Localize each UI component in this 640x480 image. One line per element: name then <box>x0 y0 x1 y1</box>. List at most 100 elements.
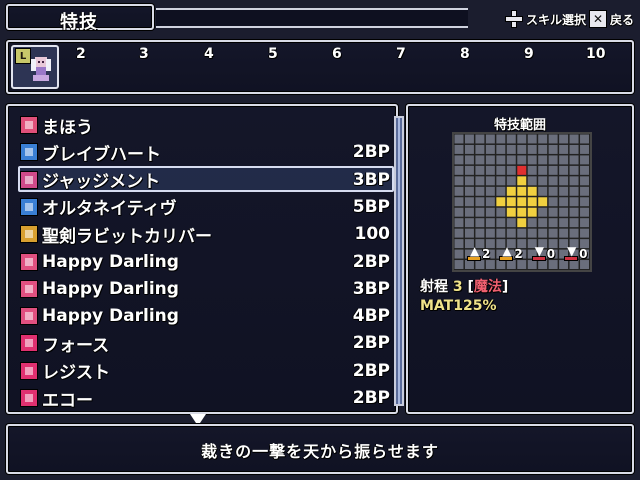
skill-row[interactable]: Happy Darling 4BP <box>20 303 390 329</box>
scrollbar[interactable] <box>394 116 404 406</box>
skill-name: Happy Darling <box>42 306 179 327</box>
vo-icon <box>20 334 38 353</box>
party-slot-6[interactable]: 6 <box>332 46 342 62</box>
party-bar: L 2 3 4 5 6 7 8 9 10 <box>6 40 634 94</box>
skill-name: ジャッジメント <box>42 172 161 193</box>
skill-row[interactable]: Happy Darling 2BP <box>20 249 390 275</box>
range-cell <box>475 144 485 154</box>
mat-modifier: MAT125% <box>420 298 497 314</box>
range-cell <box>527 176 537 186</box>
range-cell <box>517 207 527 217</box>
skill-row[interactable]: 聖剣ラビットカリバー 100 <box>20 221 390 247</box>
skill-cost: 2BP <box>352 251 390 272</box>
range-cell <box>464 186 474 196</box>
range-cell <box>559 207 569 217</box>
range-cell <box>506 218 516 228</box>
range-cell <box>559 228 569 238</box>
party-slot-3[interactable]: 3 <box>139 46 149 62</box>
range-cell <box>559 144 569 154</box>
range-cell <box>496 186 506 196</box>
range-cell <box>464 207 474 217</box>
range-cell <box>538 155 548 165</box>
range-label: 射程 <box>420 279 448 295</box>
range-cell <box>475 218 485 228</box>
music-note-plus2-icon <box>20 307 38 326</box>
stat-mod-value: 2 <box>514 247 523 261</box>
range-cell <box>506 207 516 217</box>
hint-skill-select: スキル選択 <box>525 12 586 27</box>
skill-row[interactable]: エコー 2BP <box>20 385 390 411</box>
range-cell <box>517 165 527 175</box>
skill-description: 裁きの一撃を天から振らせます <box>201 442 439 461</box>
range-cell <box>496 218 506 228</box>
atk-up-icon: ▲ <box>466 245 482 262</box>
range-cell <box>475 134 485 144</box>
range-cell <box>559 165 569 175</box>
skill-name: レジスト <box>42 363 110 384</box>
range-cell <box>496 207 506 217</box>
skill-list-window: まほう ブレイブハート 2BP ジャッジメント 3BP オルタネイティヴ 5BP 聖剣ラビット… <box>6 104 404 414</box>
range-cell <box>485 176 495 186</box>
skill-row[interactable]: オルタネイティヴ 5BP <box>20 194 390 220</box>
skill-row[interactable]: Happy Darling 3BP <box>20 276 390 302</box>
range-cell <box>475 186 485 196</box>
range-cell <box>559 176 569 186</box>
def-down-icon: ▼ <box>563 245 579 262</box>
party-slot-10[interactable]: 10 <box>586 46 605 62</box>
range-cell <box>569 176 579 186</box>
range-cell <box>517 228 527 238</box>
party-slot-4[interactable]: 4 <box>204 46 214 62</box>
skill-name: ブレイブハート <box>42 144 161 165</box>
skill-row[interactable]: ブレイブハート 2BP <box>20 139 390 165</box>
range-cell <box>517 144 527 154</box>
range-cell <box>464 228 474 238</box>
party-slot-5[interactable]: 5 <box>268 46 278 62</box>
stat-mod: ▼ 0 <box>563 245 587 262</box>
range-cell <box>580 155 589 165</box>
skill-cost: 4BP <box>352 306 390 327</box>
party-slot-9[interactable]: 9 <box>524 46 534 62</box>
range-cell <box>580 218 589 228</box>
range-cell <box>506 176 516 186</box>
range-cell <box>548 176 558 186</box>
range-cell <box>454 239 464 249</box>
skill-name: フォース <box>42 335 110 356</box>
range-cell <box>464 176 474 186</box>
range-cell <box>580 186 589 196</box>
range-cell <box>548 155 558 165</box>
range-cell <box>464 197 474 207</box>
party-slot-1[interactable]: L <box>11 45 59 89</box>
range-cell <box>496 165 506 175</box>
stat-mod: ▲ 2 <box>466 245 490 262</box>
range-cell <box>548 218 558 228</box>
range-cell <box>506 155 516 165</box>
range-cell <box>548 165 558 175</box>
party-slot-7[interactable]: 7 <box>396 46 406 62</box>
stat-modifiers: ▲ 2 ▲ 2 ▼ 0 ▼ 0 <box>466 245 587 262</box>
party-slot-2[interactable]: 2 <box>76 46 86 62</box>
range-cell <box>506 228 516 238</box>
range-cell <box>527 134 537 144</box>
range-cell <box>548 207 558 217</box>
range-cell <box>569 134 579 144</box>
range-cell <box>485 134 495 144</box>
range-cell <box>496 144 506 154</box>
skill-range-window: 特技範囲 ▲ 2 ▲ 2 ▼ 0 ▼ 0 射程 3 [魔法] MAT125% <box>406 104 634 414</box>
range-cell <box>475 176 485 186</box>
skill-row[interactable]: レジスト 2BP <box>20 358 390 384</box>
range-cell <box>475 228 485 238</box>
range-cell <box>485 218 495 228</box>
party-slot-8[interactable]: 8 <box>460 46 470 62</box>
skill-row[interactable]: ジャッジメント 3BP <box>20 167 390 193</box>
range-cell <box>506 134 516 144</box>
range-cell <box>454 144 464 154</box>
range-title: 特技範囲 <box>493 118 546 133</box>
skill-row[interactable]: フォース 2BP <box>20 330 390 356</box>
range-cell <box>496 134 506 144</box>
range-cell <box>569 144 579 154</box>
skill-row[interactable]: まほう <box>20 112 390 138</box>
range-cell <box>464 144 474 154</box>
range-cell <box>454 228 464 238</box>
title-window: 特技 <box>6 4 154 33</box>
range-cell <box>464 134 474 144</box>
